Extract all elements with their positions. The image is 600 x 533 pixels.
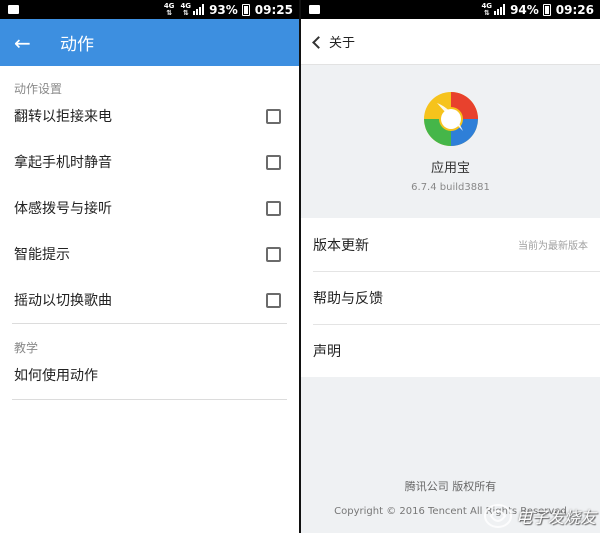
tutorial-label: 如何使用动作 xyxy=(14,368,98,384)
menu-item-help-feedback[interactable]: 帮助与反馈 xyxy=(301,271,600,324)
divider xyxy=(12,323,287,324)
setting-row-pickup-mute[interactable]: 拿起手机时静音 xyxy=(0,139,299,185)
setting-row-smart-hint[interactable]: 智能提示 xyxy=(0,231,299,277)
setting-row-motion-dial[interactable]: 体感拨号与接听 xyxy=(0,185,299,231)
menu-item-label: 声明 xyxy=(313,343,341,360)
watermark-logo-icon xyxy=(483,504,512,528)
app-name: 应用宝 xyxy=(430,161,470,176)
setting-row-flip-reject[interactable]: 翻转以拒接来电 xyxy=(0,93,299,139)
company-copyright: 腾讯公司 版权所有 xyxy=(404,480,497,493)
battery-percent: 93% xyxy=(209,2,238,17)
checkbox[interactable] xyxy=(266,292,281,308)
clock: 09:26 xyxy=(555,2,594,17)
setting-label: 智能提示 xyxy=(14,247,70,263)
checkbox[interactable] xyxy=(266,200,281,216)
divider xyxy=(12,399,287,400)
menu-item-label: 帮助与反馈 xyxy=(313,290,383,307)
setting-label: 拿起手机时静音 xyxy=(14,155,112,171)
menu-item-label: 版本更新 xyxy=(313,237,369,254)
network-indicator: 4G ⇅ xyxy=(163,1,175,17)
app-version: 6.7.4 build3881 xyxy=(411,182,490,193)
checkbox[interactable] xyxy=(266,246,281,262)
back-arrow-icon[interactable]: ← xyxy=(14,31,44,55)
setting-label: 摇动以切换歌曲 xyxy=(14,293,112,309)
section-header-tutorial: 教学 xyxy=(14,341,39,355)
page-title: 关于 xyxy=(329,36,356,51)
battery-icon xyxy=(241,3,250,16)
watermark: 电子发烧友 xyxy=(483,503,596,529)
right-screen: 4G ⇅ 94% 09:26 关于 应用宝 6.7.4 build3881 版本更… xyxy=(301,0,600,533)
update-status: 当前为最新版本 xyxy=(518,241,588,252)
image-notification-icon xyxy=(309,5,320,14)
image-notification-icon xyxy=(8,5,19,14)
about-menu: 版本更新 当前为最新版本 帮助与反馈 声明 xyxy=(301,218,600,377)
signal-icon xyxy=(494,4,506,15)
network-indicator-2: 4G ⇅ xyxy=(180,1,192,17)
watermark-text: 电子发烧友 xyxy=(515,508,596,527)
app-info-header: 应用宝 6.7.4 build3881 xyxy=(301,65,600,218)
page-title: 动作 xyxy=(60,35,94,55)
battery-icon xyxy=(542,3,551,16)
setting-label: 翻转以拒接来电 xyxy=(14,109,112,125)
left-screen: 4G ⇅ 4G ⇅ 93% 09:25 ← 动作 动作设置 翻转以拒接来电 拿起手机… xyxy=(0,0,299,533)
app-logo-icon xyxy=(423,92,478,146)
back-chevron-icon[interactable] xyxy=(309,34,325,50)
status-bar: 4G ⇅ 94% 09:26 xyxy=(301,0,600,19)
battery-percent: 94% xyxy=(510,2,539,17)
clock: 09:25 xyxy=(254,2,293,17)
setting-row-shake-switch-song[interactable]: 摇动以切换歌曲 xyxy=(0,277,299,323)
checkbox[interactable] xyxy=(266,154,281,170)
checkbox[interactable] xyxy=(266,108,281,124)
app-bar: ← 动作 xyxy=(0,19,299,66)
menu-item-version-update[interactable]: 版本更新 当前为最新版本 xyxy=(301,218,600,271)
network-indicator: 4G ⇅ xyxy=(481,1,493,17)
signal-icon xyxy=(193,4,205,15)
status-bar: 4G ⇅ 4G ⇅ 93% 09:25 xyxy=(0,0,299,19)
tutorial-row-how-to-use[interactable]: 如何使用动作 xyxy=(0,356,299,394)
setting-label: 体感拨号与接听 xyxy=(14,201,112,217)
menu-item-statement[interactable]: 声明 xyxy=(301,324,600,377)
about-bar: 关于 xyxy=(301,19,600,65)
